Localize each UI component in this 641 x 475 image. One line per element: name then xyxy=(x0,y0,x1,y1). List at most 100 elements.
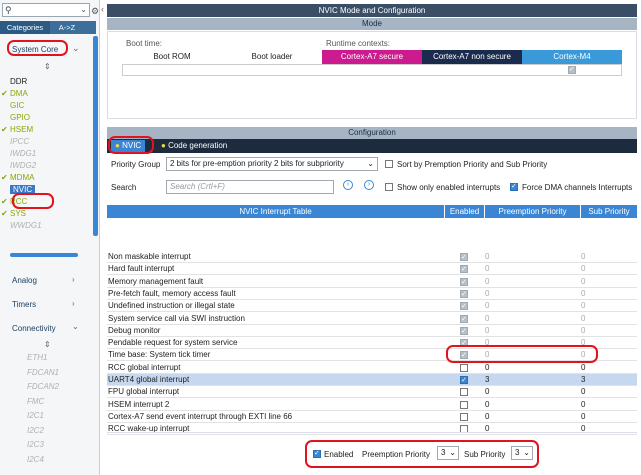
preemption-value[interactable]: 0 xyxy=(485,411,489,423)
tab-categories[interactable]: Categories xyxy=(0,21,50,34)
sub-priority-value[interactable]: 0 xyxy=(581,325,585,337)
row-name: Time base: System tick timer xyxy=(108,350,211,360)
sub-priority-value[interactable]: 0 xyxy=(581,411,585,423)
collapse-icon[interactable]: ‹ xyxy=(101,4,104,14)
preemption-value[interactable]: 0 xyxy=(485,300,489,312)
sidebar-item-ddr[interactable]: DDR xyxy=(10,76,27,88)
sidebar-item-gic[interactable]: GIC xyxy=(10,100,24,112)
preemption-value[interactable]: 0 xyxy=(485,325,489,337)
search-next-icon[interactable]: › xyxy=(364,180,374,190)
row-name: Undefined instruction or illegal state xyxy=(108,301,235,311)
force-dma-checkbox[interactable] xyxy=(510,182,518,191)
header-preemption[interactable]: Preemption Priority xyxy=(485,205,581,218)
preemption-value[interactable]: 0 xyxy=(485,288,489,300)
check-icon: ✔ xyxy=(1,89,8,98)
preemption-value[interactable]: 0 xyxy=(485,386,489,398)
table-row[interactable]: RCC global interrupt 0 0 xyxy=(107,362,637,374)
sidebar-item-hsem[interactable]: ✔ HSEM xyxy=(1,124,33,136)
boot-rom-label: Boot ROM xyxy=(153,52,191,61)
sidebar-item-i2c2[interactable]: I2C2 xyxy=(27,425,44,437)
enabled-checkbox[interactable] xyxy=(460,375,468,387)
sidebar-item-iwdg1[interactable]: IWDG1 xyxy=(10,148,36,160)
sub-priority-value[interactable]: 0 xyxy=(581,288,585,300)
search-input[interactable]: ⚲ ⌄ xyxy=(2,3,90,17)
row-name: Pre-fetch fault, memory access fault xyxy=(108,288,236,298)
row-name: UART4 global interrupt xyxy=(108,375,190,384)
table-row[interactable]: Debug monitor 0 0 xyxy=(107,325,637,338)
preemption-value[interactable]: 0 xyxy=(485,263,489,275)
enabled-checkbox[interactable] xyxy=(460,412,468,421)
preemption-value[interactable]: 0 xyxy=(485,276,489,288)
sidebar-item-fmc[interactable]: FMC xyxy=(27,396,44,408)
cortex-m4-checkbox[interactable] xyxy=(568,65,576,74)
sub-priority-value[interactable]: 0 xyxy=(581,399,585,411)
chevron-right-icon[interactable]: › xyxy=(72,299,75,308)
table-row[interactable]: Non maskable interrupt 0 0 xyxy=(107,251,637,264)
enabled-checkbox xyxy=(460,301,468,313)
sidebar-item-dma[interactable]: ✔ DMA xyxy=(1,88,28,100)
sub-priority-value[interactable]: 0 xyxy=(581,276,585,288)
scrollbar[interactable] xyxy=(10,253,78,257)
priority-group-select[interactable]: 2 bits for pre-emption priority 2 bits f… xyxy=(166,157,378,171)
sub-priority-value[interactable]: 0 xyxy=(581,300,585,312)
table-row[interactable]: System service call via SWI instruction 0… xyxy=(107,313,637,326)
header-enabled[interactable]: Enabled xyxy=(445,205,485,218)
sidebar-item-label: WWDG1 xyxy=(10,221,42,230)
chevron-right-icon[interactable]: › xyxy=(72,275,75,284)
enabled-checkbox[interactable] xyxy=(460,388,468,397)
tab-a-z[interactable]: A->Z xyxy=(52,21,82,34)
sidebar-item-ipcc[interactable]: IPCC xyxy=(10,136,29,148)
show-enabled-checkbox[interactable] xyxy=(385,183,393,191)
sidebar-item-iwdg2[interactable]: IWDG2 xyxy=(10,160,36,172)
sidebar-item-i2c1[interactable]: I2C1 xyxy=(27,410,44,422)
sub-priority-value[interactable]: 0 xyxy=(581,362,585,374)
sidebar-item-sys[interactable]: ✔ SYS xyxy=(1,208,26,220)
sub-priority-value[interactable]: 0 xyxy=(581,263,585,275)
sidebar-item-i2c4[interactable]: I2C4 xyxy=(27,454,44,466)
table-row[interactable]: Cortex-A7 send event interrupt through E… xyxy=(107,411,637,423)
chevron-down-icon[interactable]: ⌄ xyxy=(72,43,80,54)
table-row[interactable]: Hard fault interrupt 0 0 xyxy=(107,263,637,276)
sub-priority-value[interactable]: 0 xyxy=(581,313,585,325)
left-scrollbar[interactable] xyxy=(93,36,98,236)
sidebar-item-fdcan2[interactable]: FDCAN2 xyxy=(27,381,59,393)
table-row[interactable]: FPU global interrupt 0 0 xyxy=(107,386,637,399)
preemption-value[interactable]: 0 xyxy=(485,399,489,411)
header-sub-priority[interactable]: Sub Priority xyxy=(581,205,637,218)
sidebar-item-gpio[interactable]: GPIO xyxy=(10,112,30,124)
sort-icon: ⇕ xyxy=(44,340,51,349)
category-timers[interactable]: Timers xyxy=(12,300,36,309)
sub-priority-value[interactable]: 0 xyxy=(581,251,585,263)
category-analog[interactable]: Analog xyxy=(12,276,37,285)
preemption-value[interactable]: 0 xyxy=(485,362,489,374)
table-row[interactable]: Pre-fetch fault, memory access fault 0 0 xyxy=(107,288,637,301)
boot-time-label: Boot time: xyxy=(126,39,163,48)
enabled-checkbox[interactable] xyxy=(460,363,468,372)
tab-code-generation[interactable]: ● Code generation xyxy=(157,140,231,152)
sort-checkbox[interactable] xyxy=(385,160,393,168)
sidebar-item-mdma[interactable]: ✔ MDMA xyxy=(1,172,34,184)
gear-icon[interactable]: ⚙ xyxy=(91,6,99,17)
preemption-value[interactable]: 0 xyxy=(485,251,489,263)
sub-priority-value[interactable]: 3 xyxy=(581,374,585,386)
category-connectivity[interactable]: Connectivity xyxy=(12,324,56,333)
sidebar-item-fdcan1[interactable]: FDCAN1 xyxy=(27,367,59,379)
chevron-down-icon[interactable]: ⌄ xyxy=(80,5,87,14)
enabled-checkbox[interactable] xyxy=(460,400,468,409)
sidebar-item-wwdg1[interactable]: WWDG1 xyxy=(10,220,42,232)
left-panel: ⚲ ⌄ ⚙ Categories A->Z System Core ⌄ ⇕ DD… xyxy=(0,0,100,475)
nvic-search-input[interactable]: Search (Crtl+F) xyxy=(166,180,334,194)
header-name[interactable]: NVIC Interrupt Table xyxy=(107,205,445,218)
priority-group-value: 2 bits for pre-emption priority 2 bits f… xyxy=(170,159,344,168)
search-prev-icon[interactable]: ‹ xyxy=(343,180,353,190)
table-row[interactable]: Undefined instruction or illegal state 0 0 xyxy=(107,300,637,313)
table-row[interactable]: UART4 global interrupt 3 3 xyxy=(107,374,637,387)
preemption-value[interactable]: 3 xyxy=(485,374,489,386)
sidebar-item-eth1[interactable]: ETH1 xyxy=(27,352,47,364)
table-row[interactable]: Memory management fault 0 0 xyxy=(107,276,637,289)
preemption-value[interactable]: 0 xyxy=(485,313,489,325)
sidebar-item-i2c3[interactable]: I2C3 xyxy=(27,439,44,451)
chevron-down-icon[interactable]: ⌄ xyxy=(72,322,79,331)
sub-priority-value[interactable]: 0 xyxy=(581,386,585,398)
table-row[interactable]: HSEM interrupt 2 0 0 xyxy=(107,399,637,411)
